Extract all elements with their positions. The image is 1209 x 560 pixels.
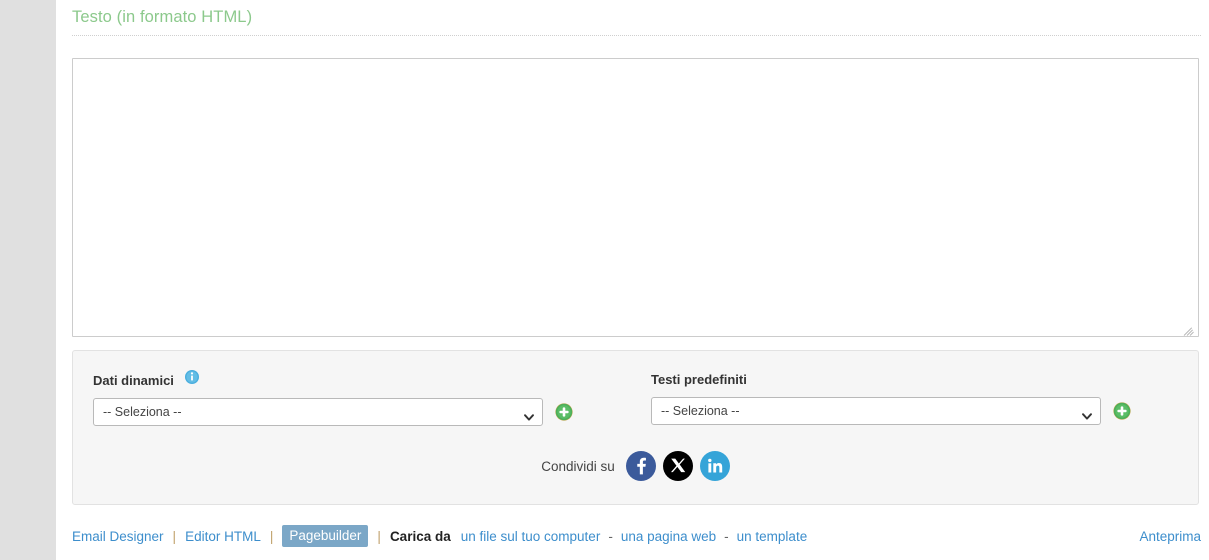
pagebuilder-tab-active[interactable]: Pagebuilder	[282, 525, 369, 547]
toolbar-separator: |	[377, 528, 381, 544]
add-predefined-text-button[interactable]	[1113, 402, 1131, 420]
predefined-texts-row: -- Seleziona --	[651, 397, 1131, 425]
x-twitter-share-icon[interactable]	[662, 451, 693, 481]
upload-from-template-link[interactable]: un template	[737, 529, 808, 544]
dynamic-data-group: Dati dinamici -- Seleziona --	[93, 370, 573, 426]
title-divider	[72, 35, 1201, 36]
dynamic-data-row: -- Seleziona --	[93, 398, 573, 426]
toolbar-dash: -	[608, 528, 613, 544]
carica-da-label: Carica da	[389, 528, 451, 544]
preview-link[interactable]: Anteprima	[1139, 529, 1201, 544]
dynamic-data-select[interactable]: -- Seleziona --	[93, 398, 543, 426]
editor-html-link[interactable]: Editor HTML	[185, 529, 261, 544]
tools-panel: Dati dinamici -- Seleziona -- Testi pred…	[72, 350, 1199, 505]
toolbar-separator: |	[269, 528, 274, 544]
upload-from-webpage-link[interactable]: una pagina web	[621, 529, 716, 544]
left-gray-rail	[0, 0, 56, 560]
share-row: Condividi su	[73, 451, 1198, 481]
share-label: Condividi su	[541, 458, 615, 474]
facebook-share-icon[interactable]	[625, 451, 656, 481]
page-title: Testo (in formato HTML)	[72, 8, 253, 26]
dynamic-data-label: Dati dinamici	[93, 373, 174, 388]
predefined-texts-group: Testi predefiniti -- Seleziona --	[651, 371, 1131, 425]
add-dynamic-data-button[interactable]	[555, 403, 573, 421]
upload-from-computer-link[interactable]: un file sul tuo computer	[461, 529, 601, 544]
predefined-texts-label: Testi predefiniti	[651, 372, 747, 388]
dynamic-data-select-wrap: -- Seleziona --	[93, 398, 543, 426]
linkedin-share-icon[interactable]	[699, 451, 730, 481]
main-content: Testo (in formato HTML) Dati dinamici --…	[56, 0, 1209, 560]
plus-circle-icon	[1113, 402, 1131, 420]
email-designer-link[interactable]: Email Designer	[72, 529, 164, 544]
predefined-texts-select-wrap: -- Seleziona --	[651, 397, 1101, 425]
plus-circle-icon	[555, 403, 573, 421]
info-circle-icon[interactable]	[185, 370, 200, 389]
toolbar-dash: -	[724, 528, 729, 544]
toolbar-separator: |	[172, 528, 177, 544]
page-root: Testo (in formato HTML) Dati dinamici --…	[0, 0, 1209, 560]
predefined-texts-select[interactable]: -- Seleziona --	[651, 397, 1101, 425]
bottom-toolbar: Email Designer | Editor HTML | Pagebuild…	[72, 523, 1201, 549]
html-text-editor[interactable]	[72, 58, 1199, 337]
